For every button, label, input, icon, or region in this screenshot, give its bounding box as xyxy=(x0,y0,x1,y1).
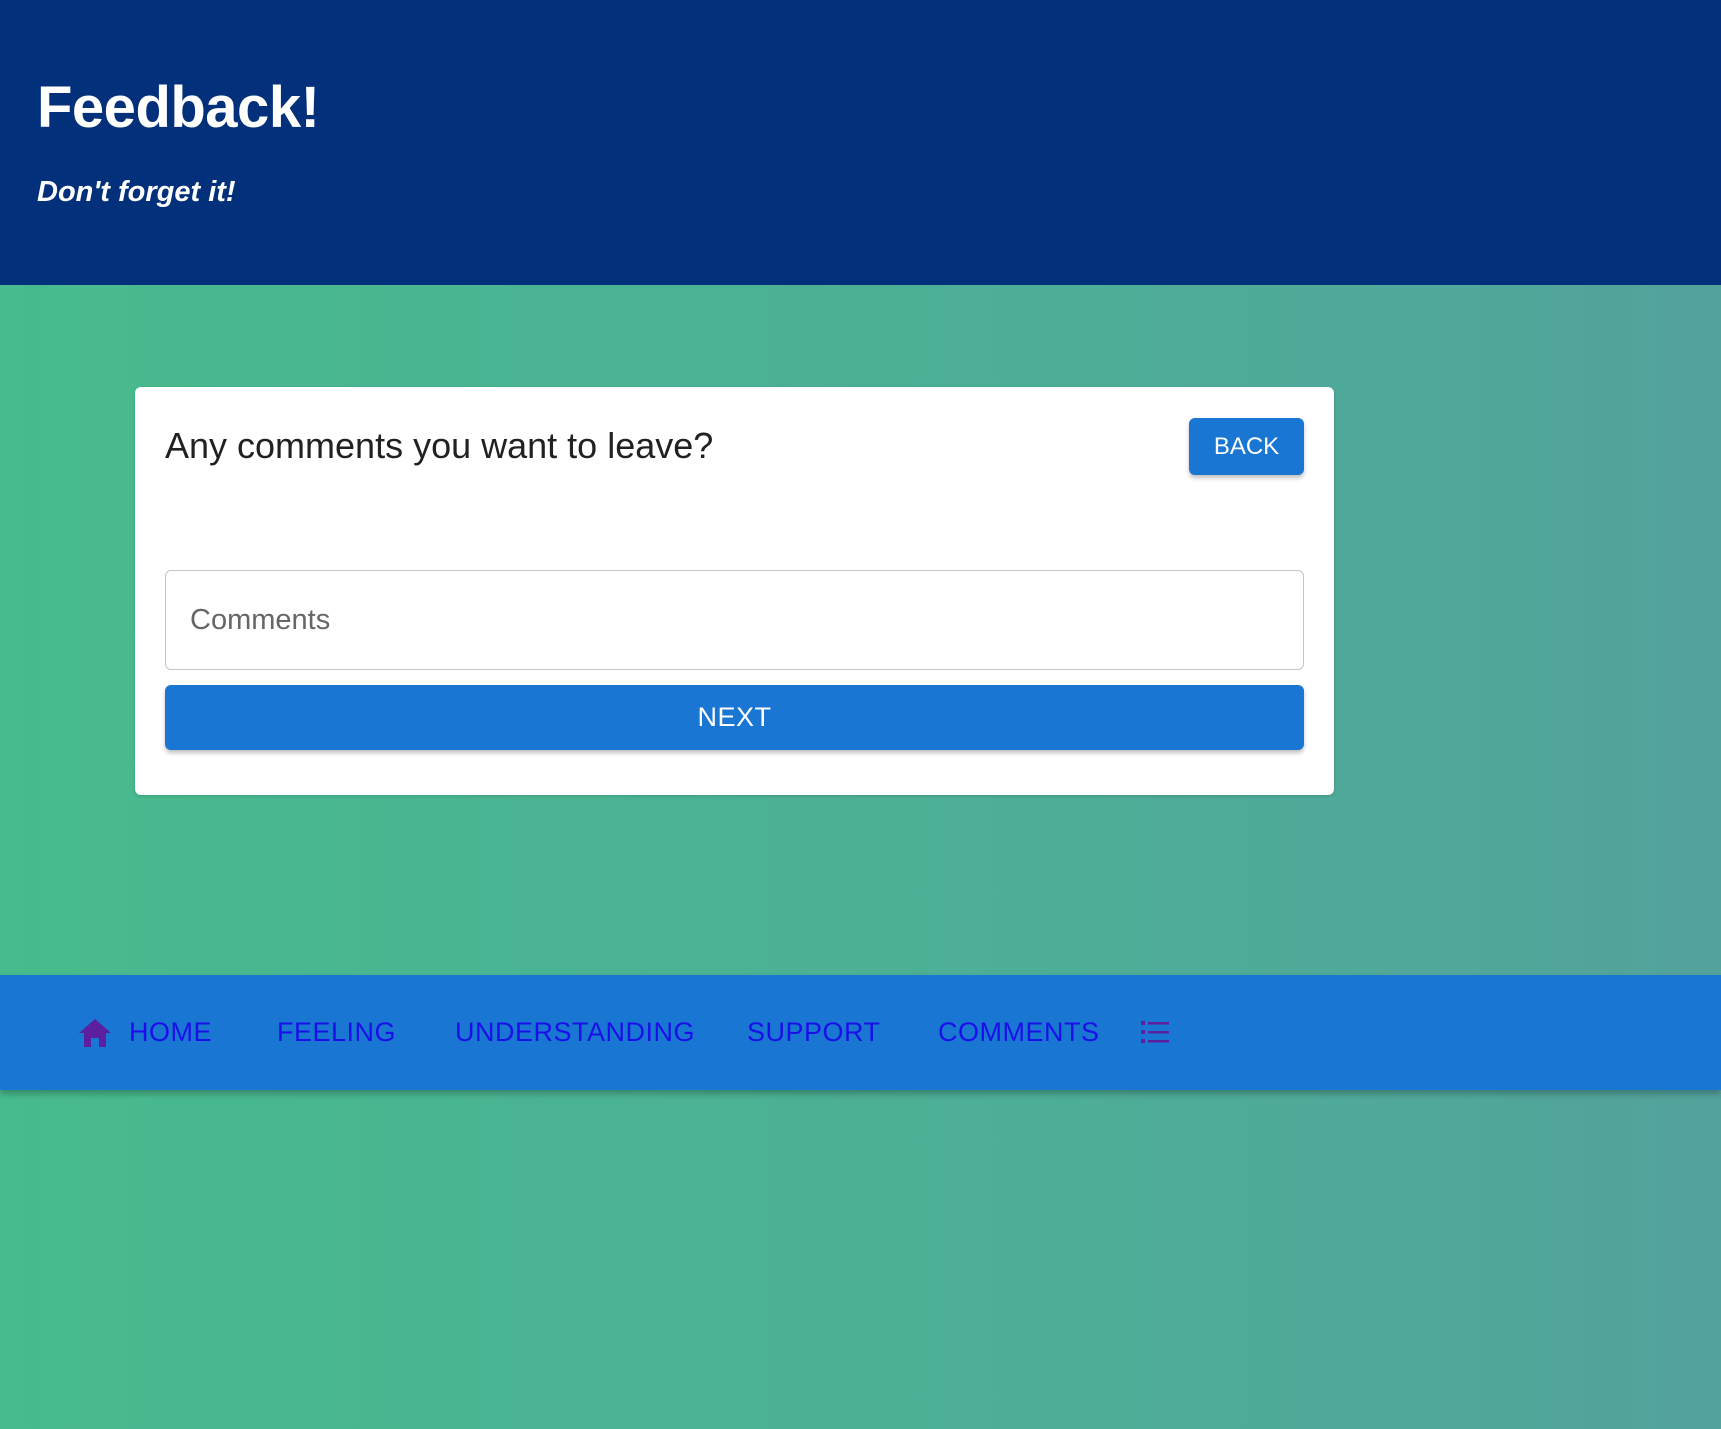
comments-question: Any comments you want to leave? xyxy=(165,425,714,466)
nav-item-label: SUPPORT xyxy=(747,1017,881,1047)
next-button[interactable]: NEXT xyxy=(165,685,1304,750)
page-subtitle: Don't forget it! xyxy=(37,176,236,208)
back-button[interactable]: BACK xyxy=(1189,418,1304,475)
nav-item-understanding[interactable]: UNDERSTANDING xyxy=(455,975,695,1090)
page-title: Feedback! xyxy=(37,75,320,140)
nav-item-home[interactable]: HOME xyxy=(78,975,212,1090)
app-header: Feedback! Don't forget it! xyxy=(0,0,1721,285)
nav-item-label: COMMENTS xyxy=(938,1017,1100,1047)
nav-item-label: FEELING xyxy=(277,1017,397,1047)
nav-item-support[interactable]: SUPPORT xyxy=(747,975,881,1090)
nav-item-feeling[interactable]: FEELING xyxy=(277,975,396,1090)
nav-item-label: UNDERSTANDING xyxy=(455,1017,696,1047)
nav-item-label: HOME xyxy=(129,1017,212,1047)
list-icon[interactable] xyxy=(1140,1017,1170,1047)
nav-item-comments[interactable]: COMMENTS xyxy=(938,975,1100,1090)
bottom-nav: HOME FEELING UNDERSTANDING SUPPORT COMME… xyxy=(0,975,1721,1090)
home-icon xyxy=(79,1018,111,1047)
comments-card: Any comments you want to leave? BACK NEX… xyxy=(135,387,1334,795)
comments-input[interactable] xyxy=(165,570,1304,670)
